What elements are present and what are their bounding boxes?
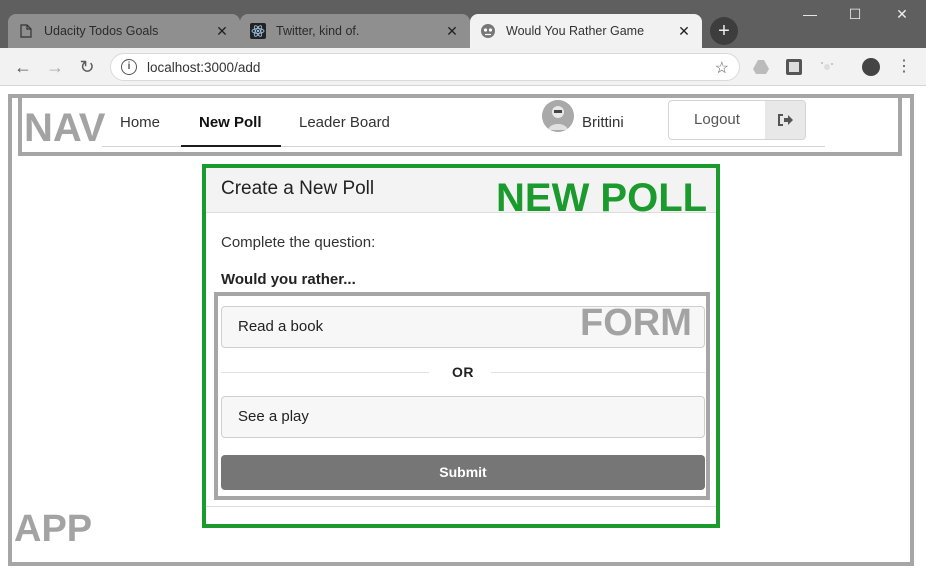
browser-tab-twitter[interactable]: Twitter, kind of. ✕ — [240, 14, 470, 48]
profile-avatar-icon[interactable] — [862, 58, 880, 76]
browser-toolbar: ← → ↻ i localhost:3000/add ☆ ⋮ — [0, 48, 926, 86]
user-name: Brittini — [582, 114, 624, 131]
browser-tab-would-you-rather[interactable]: Would You Rather Game ✕ — [470, 14, 702, 48]
menu-kebab-icon[interactable]: ⋮ — [893, 56, 915, 78]
drive-extension-icon[interactable] — [752, 58, 770, 76]
submit-button[interactable]: Submit — [221, 455, 705, 490]
minimize-icon[interactable]: — — [800, 6, 820, 22]
screenshot-extension-icon[interactable] — [785, 58, 803, 76]
document-icon — [18, 23, 34, 39]
forward-arrow-icon[interactable]: → — [44, 56, 66, 78]
logout-button[interactable]: Logout — [668, 100, 806, 140]
would-you-rather-heading: Would you rather... — [221, 271, 356, 288]
option-two-input[interactable]: See a play — [221, 396, 705, 438]
nav-item-home[interactable]: Home — [102, 97, 178, 147]
page-viewport: APP NAV Home New Poll Leader Board Britt… — [0, 86, 926, 572]
maximize-icon[interactable]: ☐ — [845, 6, 865, 23]
close-icon[interactable]: ✕ — [676, 23, 692, 40]
window-close-icon[interactable]: ✕ — [892, 6, 912, 23]
sign-out-icon — [765, 101, 805, 139]
bookmark-star-icon[interactable]: ☆ — [715, 58, 729, 78]
new-poll-annotation-label: NEW POLL — [496, 176, 708, 220]
or-label: OR — [452, 364, 474, 380]
new-tab-plus-icon[interactable]: + — [710, 17, 738, 45]
nav-item-new-poll[interactable]: New Poll — [181, 97, 281, 147]
question-prompt: Complete the question: — [221, 234, 376, 251]
tab-title: Twitter, kind of. — [276, 24, 360, 38]
url-text: localhost:3000/add — [147, 59, 261, 75]
close-icon[interactable]: ✕ — [444, 23, 460, 40]
tab-title: Would You Rather Game — [506, 24, 645, 38]
tab-title: Udacity Todos Goals — [44, 24, 159, 38]
logout-label: Logout — [694, 111, 740, 128]
card-bottom-divider — [206, 506, 716, 507]
avatar — [542, 100, 574, 132]
info-icon[interactable]: i — [121, 59, 137, 75]
or-divider: OR — [221, 362, 705, 382]
poll-icon — [480, 23, 496, 39]
browser-titlebar: Udacity Todos Goals ✕ Twitter, kind of. … — [0, 0, 926, 48]
nav-item-leader-board[interactable]: Leader Board — [281, 97, 408, 147]
react-icon — [250, 23, 266, 39]
nav-annotation-label: NAV — [24, 106, 106, 150]
close-icon[interactable]: ✕ — [214, 23, 230, 40]
address-bar[interactable]: i localhost:3000/add ☆ — [110, 53, 740, 81]
browser-tab-todos[interactable]: Udacity Todos Goals ✕ — [8, 14, 240, 48]
reload-icon[interactable]: ↻ — [76, 56, 98, 78]
app-annotation-label: APP — [14, 508, 93, 550]
form-annotation-label: FORM — [580, 302, 692, 344]
back-arrow-icon[interactable]: ← — [12, 56, 34, 78]
sparkle-extension-icon[interactable] — [818, 58, 836, 76]
